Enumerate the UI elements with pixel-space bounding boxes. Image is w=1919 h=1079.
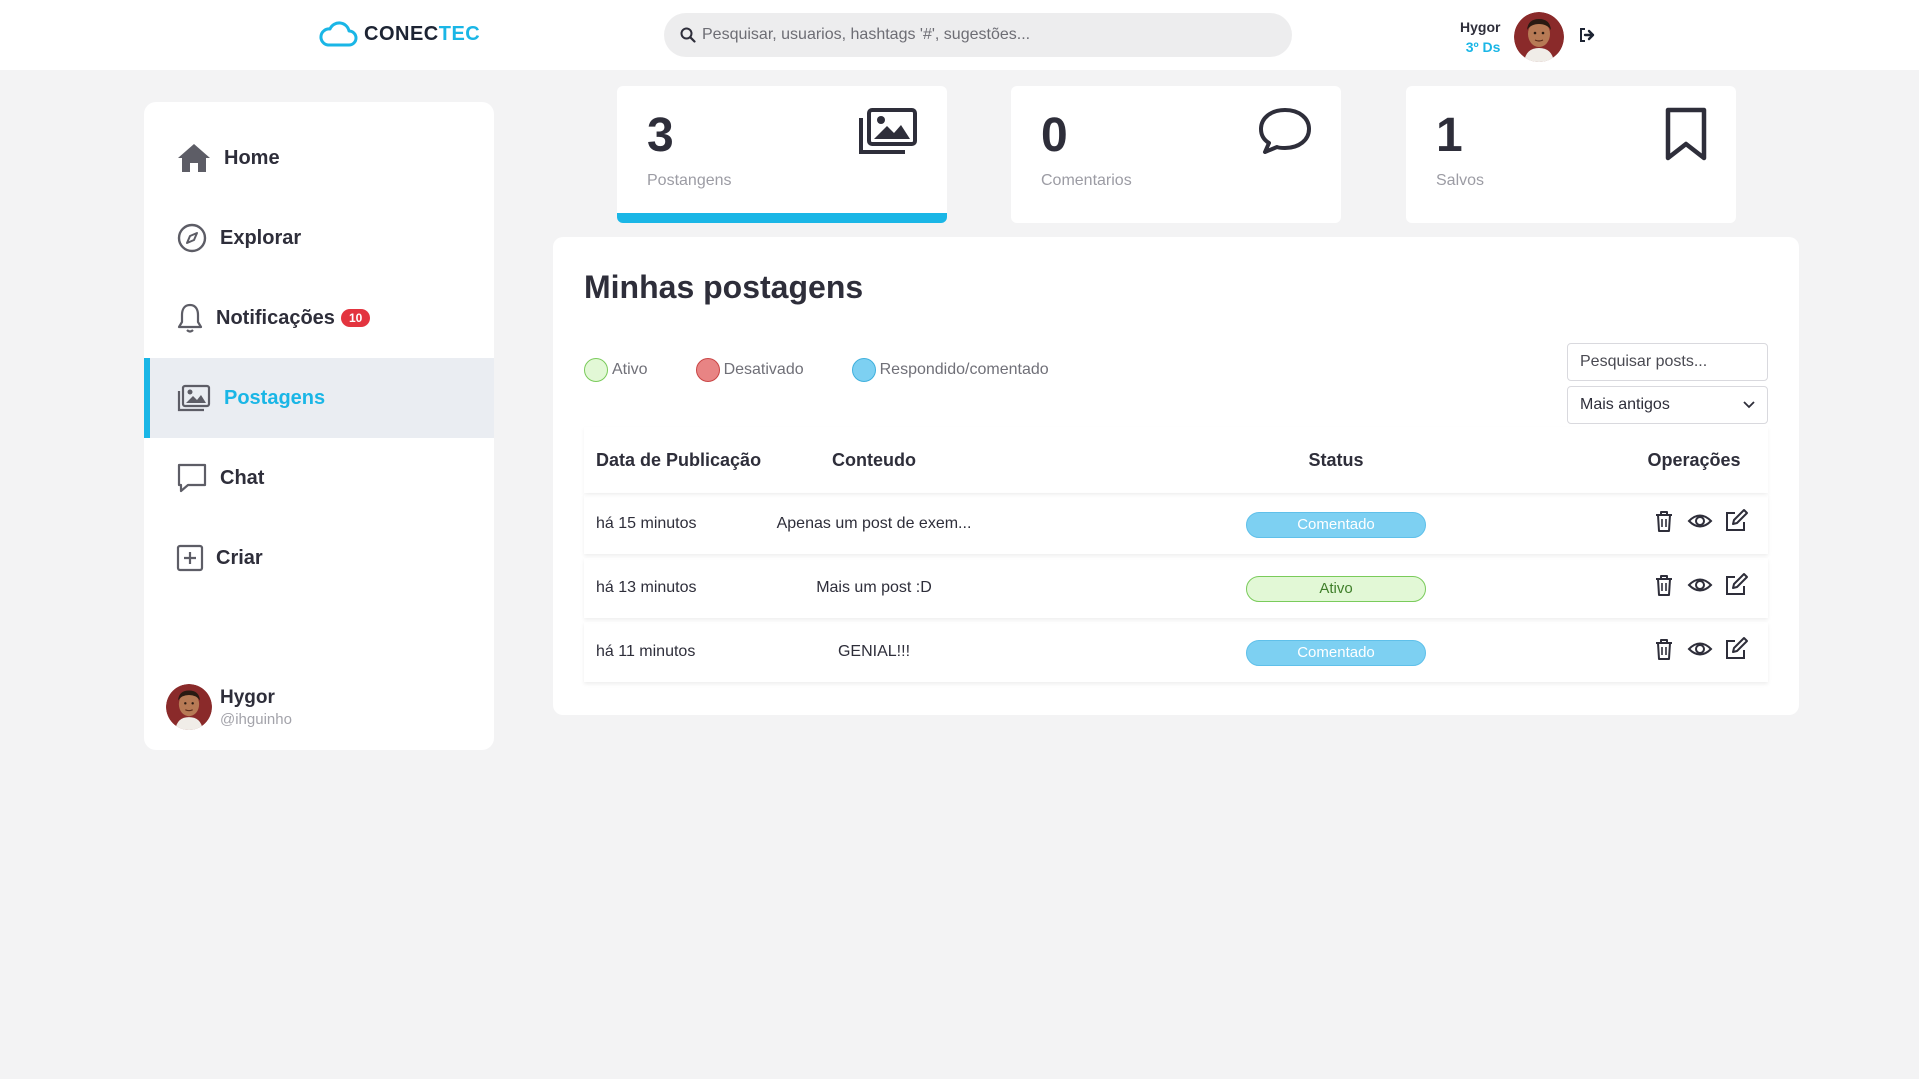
stat-value: 1 <box>1436 109 1463 162</box>
column-header-content[interactable]: Conteudo <box>784 427 964 493</box>
posts-search-input[interactable] <box>1567 343 1768 381</box>
avatar[interactable] <box>1514 12 1565 62</box>
plus-square-icon <box>176 544 204 572</box>
logo-text: CONECTEC <box>364 22 481 45</box>
sidebar-user-name: Hygor <box>220 686 275 708</box>
sidebar-item-label: Postagens <box>224 386 326 409</box>
sidebar-item-chat[interactable]: Chat <box>144 438 494 518</box>
sidebar-item-criar[interactable]: Criar <box>144 518 494 598</box>
stat-label: Salvos <box>1436 172 1485 189</box>
sidebar-user[interactable]: Hygor @ihguinho <box>166 684 292 730</box>
sidebar-item-label: Home <box>224 146 280 169</box>
cell-date: há 11 minutos <box>596 643 696 660</box>
avatar <box>166 684 212 730</box>
edit-icon[interactable] <box>1723 572 1749 598</box>
chat-icon <box>177 463 207 493</box>
status-badge: Ativo <box>1246 576 1426 602</box>
legend-dot-green <box>584 358 608 382</box>
header-user-name: Hygor <box>1460 19 1501 35</box>
status-badge: Comentado <box>1246 640 1426 666</box>
row-operations <box>1651 636 1749 662</box>
cell-date: há 13 minutos <box>596 579 697 596</box>
bell-icon <box>177 303 203 333</box>
global-search[interactable] <box>664 13 1292 57</box>
trash-icon[interactable] <box>1651 508 1677 534</box>
sort-select[interactable]: Mais antigos <box>1567 386 1768 424</box>
images-icon <box>177 384 211 412</box>
status-badge: Comentado <box>1246 512 1426 538</box>
edit-icon[interactable] <box>1723 508 1749 534</box>
sidebar-item-postagens[interactable]: Postagens <box>144 358 494 438</box>
stat-card-postagens[interactable]: 3 Postangens <box>617 86 947 223</box>
eye-icon[interactable] <box>1687 572 1713 598</box>
sidebar-item-home[interactable]: Home <box>144 118 494 198</box>
stat-label: Comentarios <box>1041 172 1132 189</box>
legend-item-ativo: Ativo <box>584 358 648 382</box>
legend-dot-blue <box>851 358 876 382</box>
images-icon <box>857 106 919 161</box>
home-icon <box>178 144 210 172</box>
chevron-down-icon <box>1743 401 1755 409</box>
sidebar-item-label: Criar <box>216 546 263 569</box>
legend-label: Ativo <box>612 361 648 378</box>
posts-panel: Minhas postagens Ativo Desativado Respon… <box>553 237 1799 715</box>
notification-badge: 10 <box>340 309 371 327</box>
stat-card-comentarios[interactable]: 0 Comentarios <box>1011 86 1341 223</box>
active-card-indicator <box>617 213 947 223</box>
header-user-class: 3º Ds <box>1465 39 1501 55</box>
header-user: Hygor 3º Ds <box>1460 12 1596 62</box>
table-row[interactable]: há 11 minutos GENIAL!!! Comentado <box>584 622 1768 682</box>
cloud-icon <box>319 21 358 47</box>
sidebar-item-explorar[interactable]: Explorar <box>144 198 494 278</box>
legend-item-desativado: Desativado <box>695 358 804 382</box>
sidebar-item-label: Chat <box>220 466 265 489</box>
bookmark-icon <box>1664 106 1708 167</box>
sort-select-value: Mais antigos <box>1580 396 1670 413</box>
trash-icon[interactable] <box>1651 636 1677 662</box>
legend-item-respondido: Respondido/comentado <box>851 358 1049 382</box>
logo[interactable]: CONECTEC <box>318 20 480 48</box>
search-icon <box>680 27 696 43</box>
cell-content: Mais um post :D <box>816 579 932 596</box>
sidebar-item-label: Explorar <box>220 226 302 249</box>
table-header: Data de Publicação Conteudo Status Opera… <box>584 427 1768 493</box>
trash-icon[interactable] <box>1651 572 1677 598</box>
logout-icon[interactable] <box>1578 26 1596 49</box>
cell-content: GENIAL!!! <box>837 643 911 660</box>
status-legend: Ativo Desativado Respondido/comentado <box>584 358 1097 382</box>
sidebar-item-notificacoes[interactable]: Notificações 10 <box>144 278 494 358</box>
cell-date: há 15 minutos <box>596 515 697 532</box>
legend-label: Respondido/comentado <box>879 361 1049 378</box>
table-row[interactable]: há 13 minutos Mais um post :D Ativo <box>584 558 1768 618</box>
eye-icon[interactable] <box>1687 636 1713 662</box>
sidebar-user-handle: @ihguinho <box>220 710 292 728</box>
compass-icon <box>177 223 207 253</box>
row-operations <box>1651 572 1749 598</box>
column-header-date[interactable]: Data de Publicação <box>596 427 761 493</box>
stat-card-salvos[interactable]: 1 Salvos <box>1406 86 1736 223</box>
sidebar-item-label: Notificações <box>216 306 335 329</box>
edit-icon[interactable] <box>1723 636 1749 662</box>
column-header-status[interactable]: Status <box>1246 427 1426 493</box>
table-row[interactable]: há 15 minutos Apenas um post de exem... … <box>584 494 1768 554</box>
stat-value: 3 <box>647 109 674 162</box>
stat-label: Postangens <box>647 172 732 189</box>
legend-label: Desativado <box>723 361 804 378</box>
column-header-operations: Operações <box>1647 450 1741 470</box>
row-operations <box>1651 508 1749 534</box>
stat-value: 0 <box>1041 109 1068 162</box>
comment-icon <box>1257 106 1313 161</box>
eye-icon[interactable] <box>1687 508 1713 534</box>
cell-content: Apenas um post de exem... <box>776 515 972 532</box>
global-search-input[interactable] <box>702 26 1262 44</box>
sidebar: Home Explorar Notificações 10 Postagens … <box>144 102 494 750</box>
page-title: Minhas postagens <box>584 269 864 305</box>
top-header: CONECTEC Hygor 3º Ds <box>0 0 1919 70</box>
legend-dot-red <box>695 358 720 382</box>
